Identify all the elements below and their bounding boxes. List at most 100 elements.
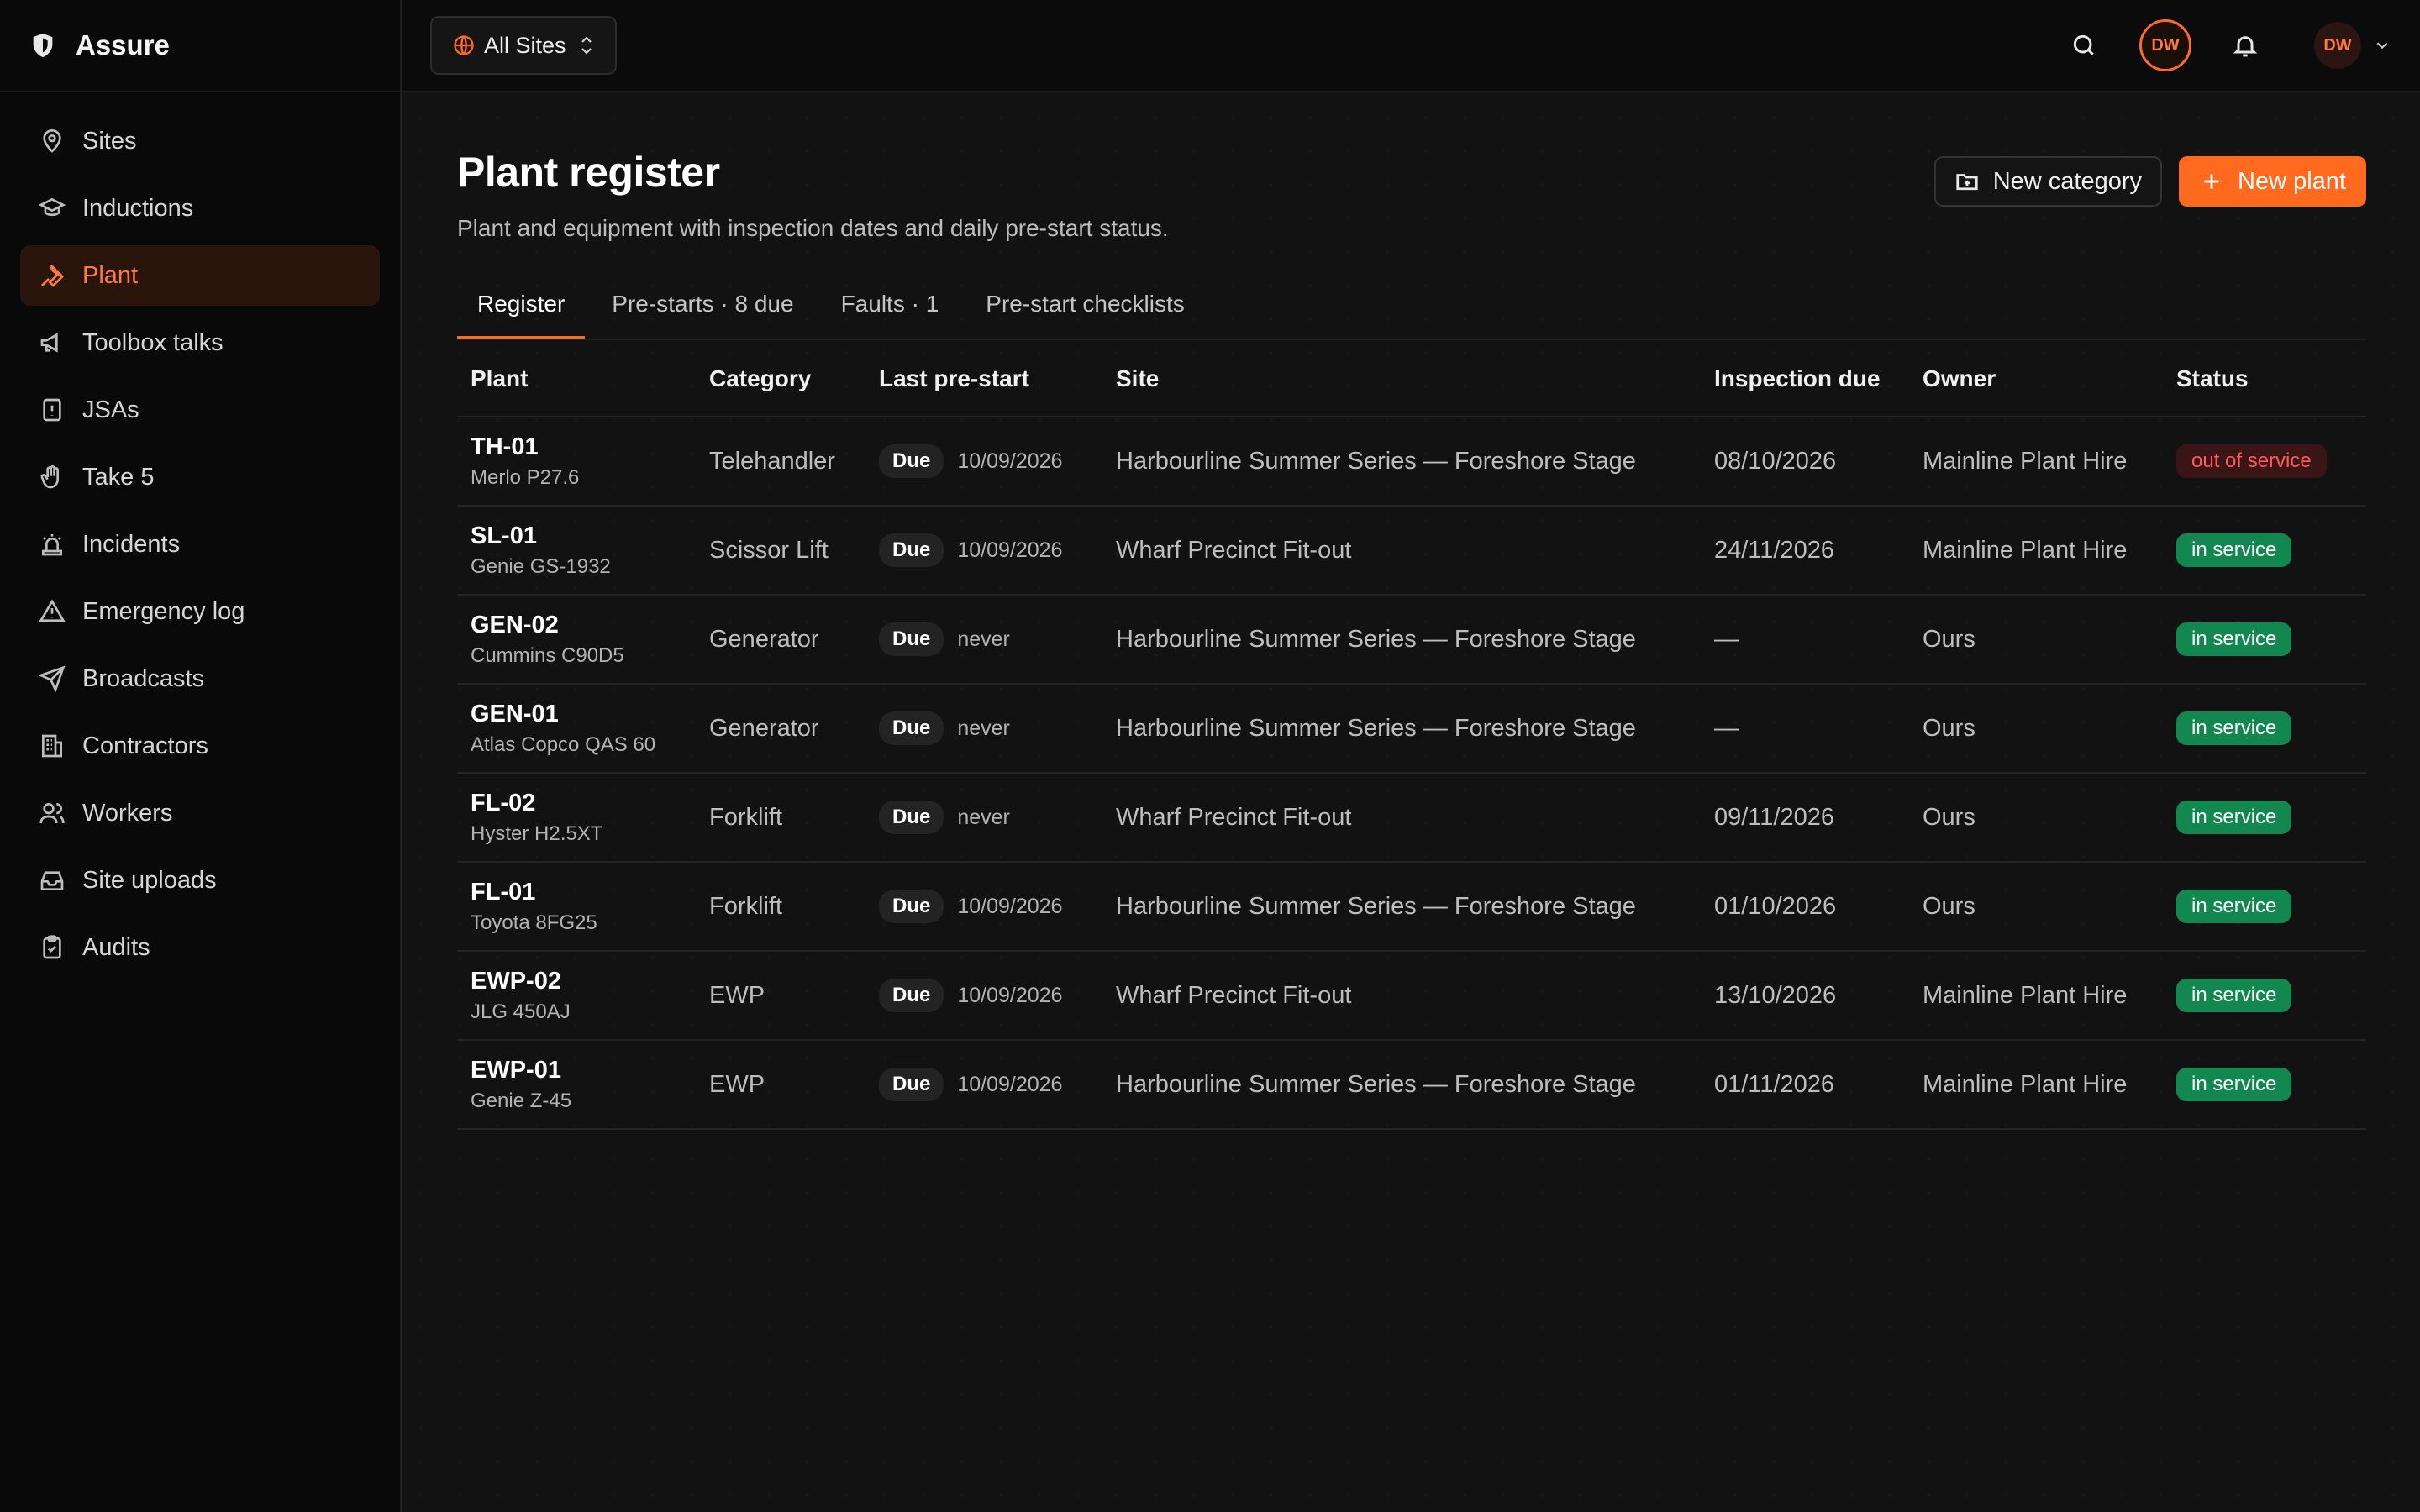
sidebar-item-audits[interactable]: Audits [20,917,380,978]
prestart-cell: Due never [865,773,1102,863]
plant-id[interactable]: GEN-02 [471,612,682,639]
inspection-cell: — [1701,595,1909,685]
sidebar-item-inductions[interactable]: Inductions [20,178,380,239]
table-row[interactable]: SL-01 Genie GS-1932 Scissor Lift Due 10/09… [457,506,2366,596]
plant-model: Toyota 8FG25 [471,911,597,934]
status-cell: in service [2163,595,2366,685]
tab-faults[interactable]: Faults · 1 [821,291,960,339]
plant-cell: GEN-02 Cummins C90D5 [457,595,696,685]
tab-pre-starts[interactable]: Pre-starts · 8 due [592,291,813,339]
folder-plus-icon [1956,174,1978,191]
table-row[interactable]: GEN-01 Atlas Copco QAS 60 Generator Due ne… [457,684,2366,774]
sidebar-item-sites[interactable]: Sites [20,111,380,171]
globe-icon [454,35,474,55]
table-row[interactable]: EWP-02 JLG 450AJ EWP Due 10/09/2026 Wharf … [457,951,2366,1041]
plant-id[interactable]: SL-01 [471,522,682,550]
table-row[interactable]: EWP-01 Genie Z-45 EWP Due 10/09/2026 Harbo… [457,1040,2366,1130]
tab-register[interactable]: Register [457,291,586,339]
megaphone-icon [40,333,58,353]
page-header: Plant register Plant and equipment with … [457,92,2366,242]
status-cell: in service [2163,1040,2366,1130]
user-menu-avatar[interactable]: DW [2314,22,2361,69]
search-button[interactable] [2065,27,2102,64]
inspection-cell: 01/11/2026 [1701,1040,1909,1130]
sidebar-item-broadcasts[interactable]: Broadcasts [20,648,380,709]
sidebar-item-site-uploads[interactable]: Site uploads [20,850,380,911]
new-category-button[interactable]: New category [1933,156,2163,207]
top-bar: All Sites DW DW [402,0,2420,92]
status-badge: in service [2176,622,2292,656]
sidebar-item-emergency-log[interactable]: Emergency log [20,581,380,642]
map-pin-icon [43,129,61,153]
due-badge: Due [879,622,944,656]
prestart-date: never [957,805,1010,829]
search-icon [2073,34,2094,55]
inspection-cell: — [1701,684,1909,774]
plant-table: Plant Category Last pre-start Site Inspe… [457,365,2366,1130]
status-cell: out of service [2163,417,2366,507]
sidebar-item-take-5[interactable]: Take 5 [20,447,380,507]
tab-bar: Register Pre-starts · 8 due Faults · 1 P… [457,291,2366,340]
column-header-status[interactable]: Status [2163,365,2366,417]
plant-id[interactable]: FL-01 [471,879,682,906]
table-row[interactable]: FL-02 Hyster H2.5XT Forklift Due never Wha… [457,773,2366,863]
site-selector[interactable]: All Sites [430,16,617,75]
sidebar-item-label: JSAs [82,396,139,423]
plant-id[interactable]: FL-02 [471,790,682,817]
site-cell: Harbourline Summer Series — Foreshore St… [1102,595,1701,685]
column-header-site[interactable]: Site [1102,365,1701,417]
inspection-cell: 24/11/2026 [1701,506,1909,596]
prestart-date: never [957,627,1010,651]
column-header-last-pre-start[interactable]: Last pre-start [865,365,1102,417]
column-header-category[interactable]: Category [696,365,865,417]
due-badge: Due [879,711,944,745]
plant-id[interactable]: EWP-01 [471,1057,682,1084]
plant-cell: TH-01 Merlo P27.6 [457,417,696,507]
table-row[interactable]: GEN-02 Cummins C90D5 Generator Due never H… [457,595,2366,685]
plant-cell: GEN-01 Atlas Copco QAS 60 [457,684,696,774]
top-bar-actions: DW DW [2065,19,2391,71]
plant-id[interactable]: EWP-02 [471,968,682,995]
sidebar-item-contractors[interactable]: Contractors [20,716,380,776]
plant-model: Genie GS-1932 [471,554,611,578]
plant-id[interactable]: TH-01 [471,433,682,461]
sidebar-item-jsas[interactable]: JSAs [20,380,380,440]
brand[interactable]: Assure [0,0,400,92]
plant-model: Atlas Copco QAS 60 [471,732,656,756]
plant-id[interactable]: GEN-01 [471,701,682,728]
column-header-inspection-due[interactable]: Inspection due [1701,365,1909,417]
prestart-cell: Due 10/09/2026 [865,1040,1102,1130]
sidebar-item-plant[interactable]: Plant [20,245,380,306]
column-header-owner[interactable]: Owner [1909,365,2163,417]
status-badge: in service [2176,890,2292,923]
sidebar-item-label: Incidents [82,530,181,558]
column-header-plant[interactable]: Plant [457,365,696,417]
status-badge: out of service [2176,444,2327,478]
active-user-avatar[interactable]: DW [2139,19,2191,71]
plant-cell: FL-02 Hyster H2.5XT [457,773,696,863]
prestart-date: 10/09/2026 [957,983,1063,1007]
plant-model: Hyster H2.5XT [471,822,603,845]
sidebar-item-toolbox-talks[interactable]: Toolbox talks [20,312,380,373]
plant-model: Genie Z-45 [471,1089,572,1112]
status-badge: in service [2176,801,2292,834]
category-cell: Generator [696,684,865,774]
sidebar-item-incidents[interactable]: Incidents [20,514,380,575]
status-badge: in service [2176,711,2292,745]
category-cell: Generator [696,595,865,685]
chevron-down-icon[interactable] [2373,36,2391,55]
table-row[interactable]: TH-01 Merlo P27.6 Telehandler Due 10/09/20… [457,417,2366,507]
main-content: All Sites DW DW Plant register Plant and [402,0,2420,1512]
siren-icon [42,534,62,556]
sidebar-item-workers[interactable]: Workers [20,783,380,843]
users-icon [39,803,65,824]
status-badge: in service [2176,979,2292,1012]
sidebar-item-label: Toolbox talks [82,328,224,356]
notifications-button[interactable] [2227,27,2264,64]
table-row[interactable]: FL-01 Toyota 8FG25 Forklift Due 10/09/2026… [457,862,2366,952]
new-plant-button[interactable]: New plant [2179,156,2366,207]
status-badge: in service [2176,533,2292,567]
send-icon [39,665,66,692]
building-icon [42,734,62,758]
tab-pre-start-checklists[interactable]: Pre-start checklists [965,291,1205,339]
